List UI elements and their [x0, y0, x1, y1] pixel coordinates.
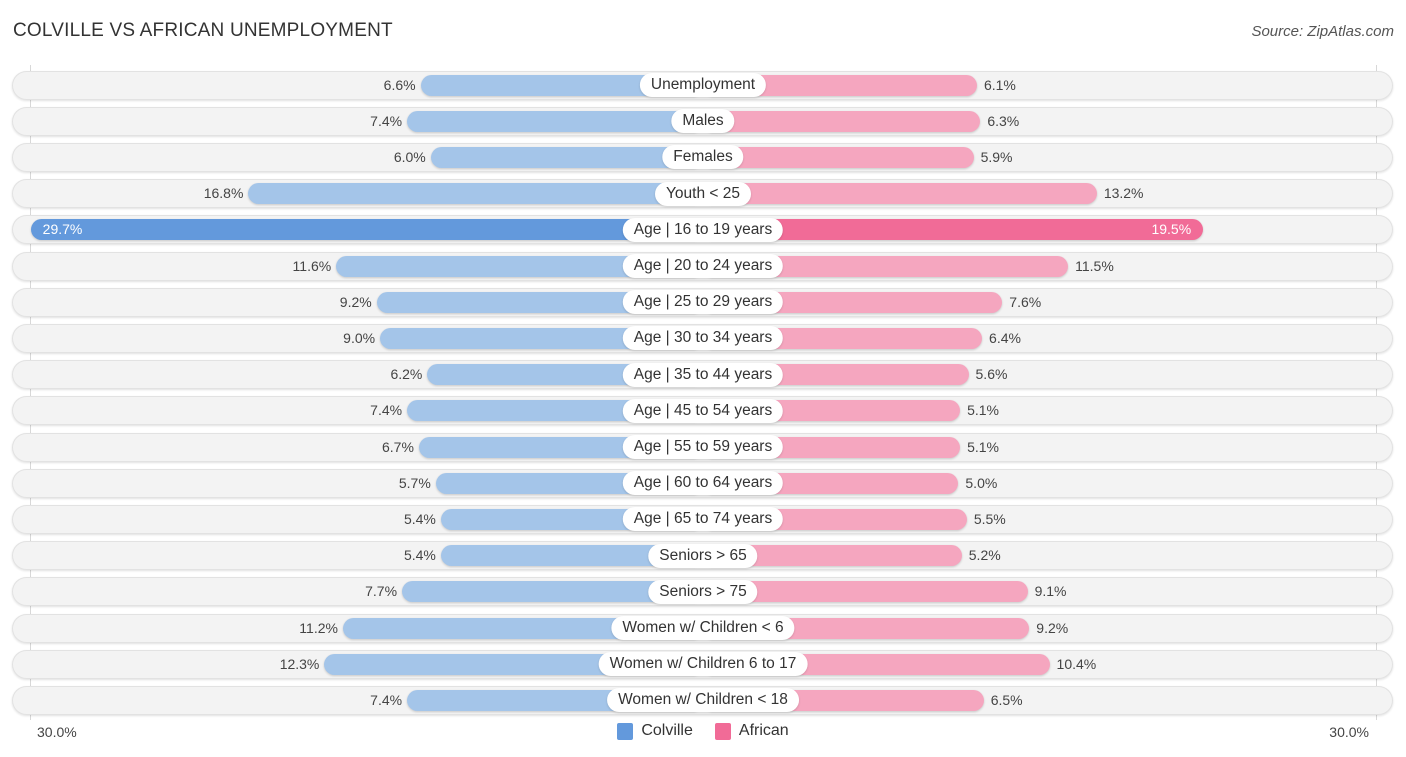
value-label-colville: 29.7%: [42, 221, 83, 238]
value-label-colville: 7.7%: [365, 583, 398, 600]
category-label: Age | 20 to 24 years: [622, 254, 784, 278]
value-label-african: 6.3%: [987, 112, 1020, 129]
value-label-african: 5.1%: [967, 438, 999, 455]
category-label: Women w/ Children 6 to 17: [598, 652, 808, 677]
value-label-african: 7.6%: [1009, 293, 1042, 310]
legend: Colville African: [0, 722, 1406, 740]
legend-swatch-colville: [617, 722, 634, 740]
category-label: Age | 60 to 64 years: [622, 471, 784, 496]
value-label-african: 10.4%: [1056, 655, 1097, 672]
bar-colville[interactable]: [407, 110, 703, 132]
category-label: Age | 30 to 34 years: [622, 326, 784, 351]
value-label-african: 11.5%: [1075, 257, 1114, 274]
value-label-african: 5.9%: [980, 148, 1013, 165]
category-label: Females: [662, 145, 744, 170]
category-label: Age | 55 to 59 years: [622, 435, 784, 459]
category-label: Women w/ Children < 18: [607, 688, 799, 713]
value-label-african: 19.5%: [1151, 221, 1192, 238]
bar-colville[interactable]: [30, 219, 703, 241]
category-label: Women w/ Children < 6: [611, 616, 795, 640]
value-label-colville: 7.4%: [370, 112, 403, 129]
value-label-colville: 6.0%: [393, 148, 426, 165]
category-label: Age | 65 to 74 years: [622, 507, 784, 532]
value-label-colville: 6.7%: [381, 438, 414, 455]
category-label: Age | 16 to 19 years: [622, 217, 784, 242]
value-label-african: 6.1%: [983, 76, 1016, 93]
value-label-colville: 16.8%: [203, 185, 244, 202]
value-label-colville: 12.3%: [279, 655, 320, 672]
value-label-colville: 7.4%: [370, 402, 403, 419]
legend-label-african: African: [738, 722, 789, 739]
value-label-colville: 5.4%: [403, 510, 436, 527]
value-label-african: 6.5%: [990, 691, 1023, 708]
value-label-african: 5.2%: [968, 547, 1001, 564]
value-label-colville: 5.4%: [403, 547, 436, 564]
bar-african[interactable]: [703, 183, 1097, 205]
category-label: Unemployment: [639, 73, 767, 97]
value-label-african: 13.2%: [1103, 185, 1144, 202]
value-label-african: 5.1%: [967, 402, 999, 419]
value-label-colville: 6.6%: [383, 76, 416, 93]
value-label-colville: 11.6%: [292, 257, 332, 274]
value-label-colville: 11.2%: [299, 619, 338, 636]
value-label-african: 5.5%: [973, 510, 1006, 527]
value-label-colville: 6.2%: [390, 366, 423, 383]
value-label-african: 5.0%: [965, 474, 998, 491]
value-label-african: 9.1%: [1034, 583, 1067, 600]
value-label-colville: 7.4%: [370, 691, 403, 708]
value-label-african: 6.4%: [989, 329, 1021, 346]
legend-label-colville: Colville: [641, 722, 693, 739]
legend-item-african[interactable]: African: [714, 722, 789, 740]
category-label: Youth < 25: [655, 181, 751, 206]
legend-item-colville[interactable]: Colville: [617, 722, 693, 740]
value-label-colville: 9.2%: [339, 293, 372, 310]
bar-african[interactable]: [703, 110, 981, 132]
category-label: Age | 45 to 54 years: [622, 398, 784, 423]
chart-title: COLVILLE VS AFRICAN UNEMPLOYMENT: [13, 20, 393, 41]
bar-colville[interactable]: [248, 183, 703, 205]
category-label: Seniors > 75: [648, 579, 758, 604]
value-label-colville: 5.7%: [398, 474, 431, 491]
legend-swatch-african: [714, 722, 731, 740]
value-label-colville: 9.0%: [343, 329, 376, 346]
category-label: Age | 25 to 29 years: [622, 290, 784, 315]
category-label: Males: [671, 109, 735, 134]
value-label-african: 5.6%: [975, 366, 1008, 383]
value-label-african: 9.2%: [1036, 619, 1069, 636]
source-credit: Source: ZipAtlas.com: [1251, 23, 1394, 40]
category-label: Age | 35 to 44 years: [622, 362, 784, 387]
bar-african[interactable]: [703, 146, 974, 168]
category-label: Seniors > 65: [648, 543, 758, 568]
